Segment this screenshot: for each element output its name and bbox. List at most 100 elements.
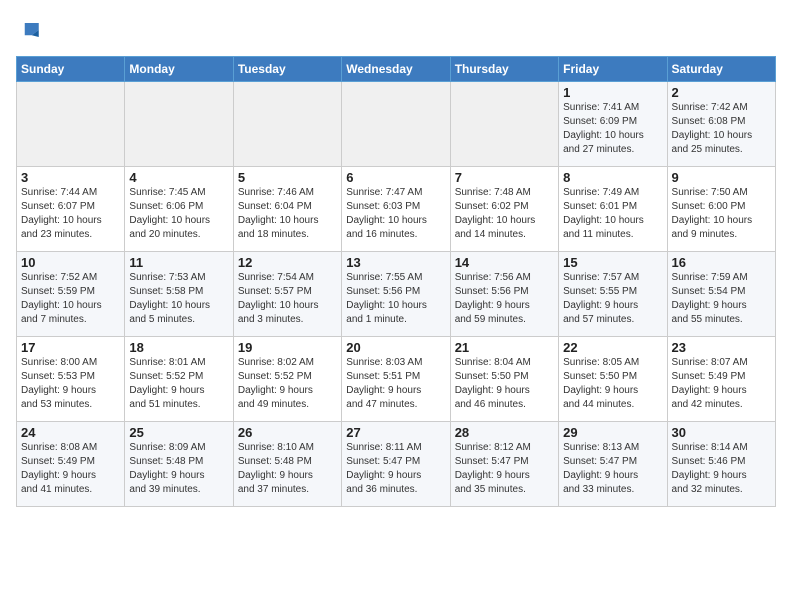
day-number: 28: [455, 425, 554, 440]
calendar-cell: 5Sunrise: 7:46 AM Sunset: 6:04 PM Daylig…: [233, 167, 341, 252]
day-number: 23: [672, 340, 771, 355]
logo: [16, 16, 48, 44]
day-info: Sunrise: 8:13 AM Sunset: 5:47 PM Dayligh…: [563, 441, 662, 497]
day-info: Sunrise: 7:57 AM Sunset: 5:55 PM Dayligh…: [563, 271, 662, 327]
calendar-table: SundayMondayTuesdayWednesdayThursdayFrid…: [16, 56, 776, 507]
calendar-cell: 27Sunrise: 8:11 AM Sunset: 5:47 PM Dayli…: [342, 422, 450, 507]
day-number: 6: [346, 170, 445, 185]
day-number: 26: [238, 425, 337, 440]
day-number: 24: [21, 425, 120, 440]
day-info: Sunrise: 8:12 AM Sunset: 5:47 PM Dayligh…: [455, 441, 554, 497]
calendar-cell: 16Sunrise: 7:59 AM Sunset: 5:54 PM Dayli…: [667, 252, 775, 337]
day-number: 13: [346, 255, 445, 270]
calendar-cell: [233, 82, 341, 167]
calendar-cell: 20Sunrise: 8:03 AM Sunset: 5:51 PM Dayli…: [342, 337, 450, 422]
day-info: Sunrise: 8:10 AM Sunset: 5:48 PM Dayligh…: [238, 441, 337, 497]
col-header-wednesday: Wednesday: [342, 57, 450, 82]
day-number: 7: [455, 170, 554, 185]
day-number: 17: [21, 340, 120, 355]
day-info: Sunrise: 8:01 AM Sunset: 5:52 PM Dayligh…: [129, 356, 228, 412]
day-number: 11: [129, 255, 228, 270]
col-header-tuesday: Tuesday: [233, 57, 341, 82]
day-number: 10: [21, 255, 120, 270]
col-header-saturday: Saturday: [667, 57, 775, 82]
day-info: Sunrise: 7:49 AM Sunset: 6:01 PM Dayligh…: [563, 186, 662, 242]
day-info: Sunrise: 8:11 AM Sunset: 5:47 PM Dayligh…: [346, 441, 445, 497]
header-row: SundayMondayTuesdayWednesdayThursdayFrid…: [17, 57, 776, 82]
calendar-week-4: 17Sunrise: 8:00 AM Sunset: 5:53 PM Dayli…: [17, 337, 776, 422]
calendar-week-2: 3Sunrise: 7:44 AM Sunset: 6:07 PM Daylig…: [17, 167, 776, 252]
calendar-cell: 24Sunrise: 8:08 AM Sunset: 5:49 PM Dayli…: [17, 422, 125, 507]
calendar-cell: 8Sunrise: 7:49 AM Sunset: 6:01 PM Daylig…: [559, 167, 667, 252]
calendar-cell: 14Sunrise: 7:56 AM Sunset: 5:56 PM Dayli…: [450, 252, 558, 337]
day-number: 21: [455, 340, 554, 355]
day-info: Sunrise: 8:07 AM Sunset: 5:49 PM Dayligh…: [672, 356, 771, 412]
day-number: 22: [563, 340, 662, 355]
calendar-week-3: 10Sunrise: 7:52 AM Sunset: 5:59 PM Dayli…: [17, 252, 776, 337]
day-info: Sunrise: 7:42 AM Sunset: 6:08 PM Dayligh…: [672, 101, 771, 157]
day-info: Sunrise: 8:03 AM Sunset: 5:51 PM Dayligh…: [346, 356, 445, 412]
day-number: 29: [563, 425, 662, 440]
day-number: 3: [21, 170, 120, 185]
calendar-cell: 30Sunrise: 8:14 AM Sunset: 5:46 PM Dayli…: [667, 422, 775, 507]
day-number: 8: [563, 170, 662, 185]
calendar-cell: 2Sunrise: 7:42 AM Sunset: 6:08 PM Daylig…: [667, 82, 775, 167]
header: [16, 16, 776, 44]
day-number: 5: [238, 170, 337, 185]
calendar-cell: 29Sunrise: 8:13 AM Sunset: 5:47 PM Dayli…: [559, 422, 667, 507]
calendar-cell: 13Sunrise: 7:55 AM Sunset: 5:56 PM Dayli…: [342, 252, 450, 337]
page: SundayMondayTuesdayWednesdayThursdayFrid…: [0, 0, 792, 517]
day-info: Sunrise: 7:56 AM Sunset: 5:56 PM Dayligh…: [455, 271, 554, 327]
day-number: 9: [672, 170, 771, 185]
day-info: Sunrise: 8:14 AM Sunset: 5:46 PM Dayligh…: [672, 441, 771, 497]
calendar-cell: 12Sunrise: 7:54 AM Sunset: 5:57 PM Dayli…: [233, 252, 341, 337]
calendar-cell: 18Sunrise: 8:01 AM Sunset: 5:52 PM Dayli…: [125, 337, 233, 422]
day-number: 27: [346, 425, 445, 440]
calendar-week-5: 24Sunrise: 8:08 AM Sunset: 5:49 PM Dayli…: [17, 422, 776, 507]
day-info: Sunrise: 8:05 AM Sunset: 5:50 PM Dayligh…: [563, 356, 662, 412]
calendar-cell: [450, 82, 558, 167]
col-header-thursday: Thursday: [450, 57, 558, 82]
day-info: Sunrise: 7:53 AM Sunset: 5:58 PM Dayligh…: [129, 271, 228, 327]
day-info: Sunrise: 7:41 AM Sunset: 6:09 PM Dayligh…: [563, 101, 662, 157]
day-info: Sunrise: 8:08 AM Sunset: 5:49 PM Dayligh…: [21, 441, 120, 497]
calendar-cell: 3Sunrise: 7:44 AM Sunset: 6:07 PM Daylig…: [17, 167, 125, 252]
calendar-cell: 28Sunrise: 8:12 AM Sunset: 5:47 PM Dayli…: [450, 422, 558, 507]
calendar-cell: 11Sunrise: 7:53 AM Sunset: 5:58 PM Dayli…: [125, 252, 233, 337]
day-number: 25: [129, 425, 228, 440]
day-number: 2: [672, 85, 771, 100]
day-number: 30: [672, 425, 771, 440]
day-number: 14: [455, 255, 554, 270]
day-number: 1: [563, 85, 662, 100]
day-number: 4: [129, 170, 228, 185]
day-info: Sunrise: 7:46 AM Sunset: 6:04 PM Dayligh…: [238, 186, 337, 242]
day-number: 19: [238, 340, 337, 355]
col-header-friday: Friday: [559, 57, 667, 82]
calendar-cell: 15Sunrise: 7:57 AM Sunset: 5:55 PM Dayli…: [559, 252, 667, 337]
col-header-sunday: Sunday: [17, 57, 125, 82]
calendar-cell: 21Sunrise: 8:04 AM Sunset: 5:50 PM Dayli…: [450, 337, 558, 422]
calendar-cell: [342, 82, 450, 167]
calendar-cell: 19Sunrise: 8:02 AM Sunset: 5:52 PM Dayli…: [233, 337, 341, 422]
day-info: Sunrise: 8:02 AM Sunset: 5:52 PM Dayligh…: [238, 356, 337, 412]
calendar-week-1: 1Sunrise: 7:41 AM Sunset: 6:09 PM Daylig…: [17, 82, 776, 167]
day-info: Sunrise: 8:04 AM Sunset: 5:50 PM Dayligh…: [455, 356, 554, 412]
day-number: 18: [129, 340, 228, 355]
calendar-cell: 10Sunrise: 7:52 AM Sunset: 5:59 PM Dayli…: [17, 252, 125, 337]
day-info: Sunrise: 8:09 AM Sunset: 5:48 PM Dayligh…: [129, 441, 228, 497]
calendar-cell: 6Sunrise: 7:47 AM Sunset: 6:03 PM Daylig…: [342, 167, 450, 252]
calendar-header: SundayMondayTuesdayWednesdayThursdayFrid…: [17, 57, 776, 82]
calendar-cell: 23Sunrise: 8:07 AM Sunset: 5:49 PM Dayli…: [667, 337, 775, 422]
day-info: Sunrise: 7:50 AM Sunset: 6:00 PM Dayligh…: [672, 186, 771, 242]
calendar-cell: [125, 82, 233, 167]
calendar-cell: 17Sunrise: 8:00 AM Sunset: 5:53 PM Dayli…: [17, 337, 125, 422]
day-info: Sunrise: 7:54 AM Sunset: 5:57 PM Dayligh…: [238, 271, 337, 327]
day-info: Sunrise: 8:00 AM Sunset: 5:53 PM Dayligh…: [21, 356, 120, 412]
day-number: 16: [672, 255, 771, 270]
day-info: Sunrise: 7:48 AM Sunset: 6:02 PM Dayligh…: [455, 186, 554, 242]
day-info: Sunrise: 7:52 AM Sunset: 5:59 PM Dayligh…: [21, 271, 120, 327]
calendar-body: 1Sunrise: 7:41 AM Sunset: 6:09 PM Daylig…: [17, 82, 776, 507]
day-number: 15: [563, 255, 662, 270]
day-info: Sunrise: 7:44 AM Sunset: 6:07 PM Dayligh…: [21, 186, 120, 242]
calendar-cell: 7Sunrise: 7:48 AM Sunset: 6:02 PM Daylig…: [450, 167, 558, 252]
